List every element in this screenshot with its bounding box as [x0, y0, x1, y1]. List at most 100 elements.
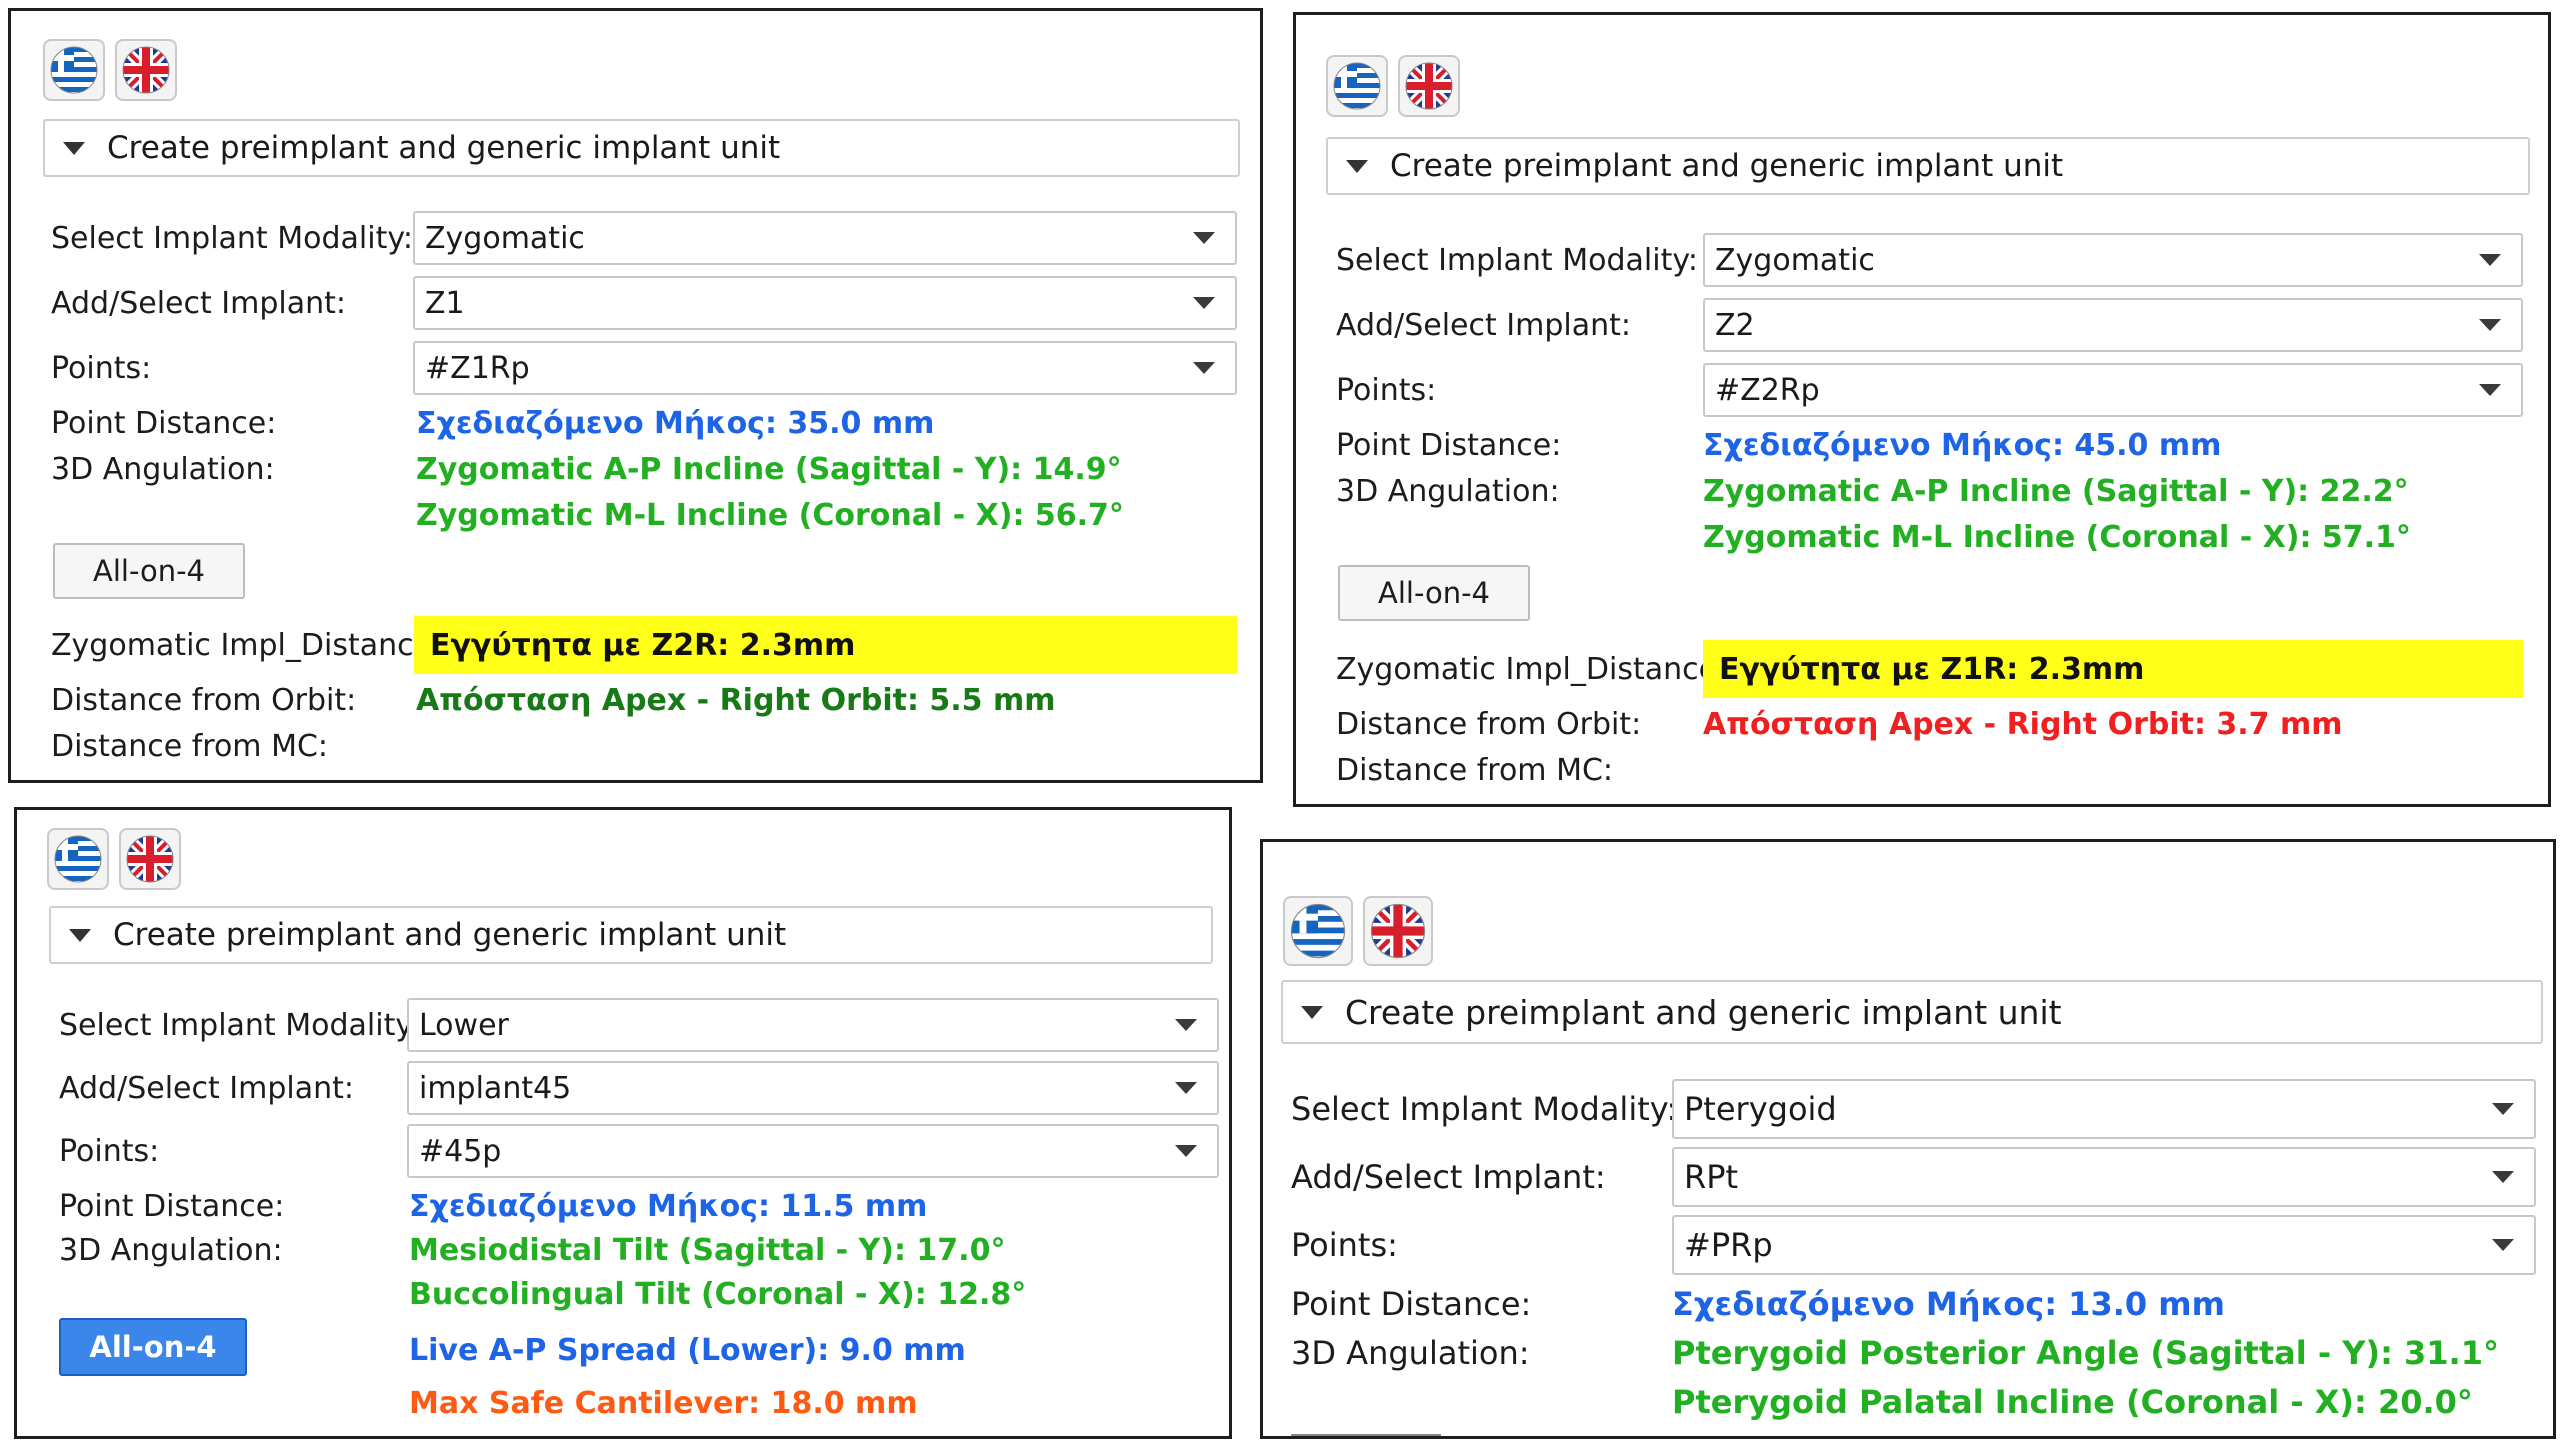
modality-label: Select Implant Modality: [1291, 1090, 1678, 1128]
section-header[interactable]: Create preimplant and generic implant un… [43, 119, 1240, 177]
points-label: Points: [1291, 1226, 1398, 1264]
points-select[interactable]: #Z1Rp [413, 341, 1237, 395]
points-select[interactable]: #PRp [1672, 1215, 2536, 1275]
collapse-arrow-icon [1301, 1005, 1323, 1019]
planned-length-value: Σχεδιαζόμενο Μήκος: 13.0 mm [1672, 1285, 2225, 1323]
sagittal-angle-value: Mesiodistal Tilt (Sagittal - Y): 17.0° [409, 1233, 1006, 1268]
points-value: #Z2Rp [1715, 372, 1820, 408]
coronal-angle-value: Zygomatic M-L Incline (Coronal - X): 57.… [1703, 520, 2411, 555]
panel-zygomatic-z2: Create preimplant and generic implant un… [1293, 12, 2551, 807]
dropdown-arrow-icon [1175, 1082, 1197, 1094]
dropdown-arrow-icon [2492, 1239, 2514, 1251]
point-distance-label: Point Distance: [51, 406, 277, 441]
points-label: Points: [59, 1134, 160, 1169]
modality-value: Pterygoid [1684, 1090, 1837, 1128]
greek-flag-button[interactable] [47, 828, 109, 890]
orbit-distance-label: Distance from Orbit: [1336, 707, 1642, 742]
cut-off-row [1291, 1434, 1441, 1436]
implant-value: RPt [1684, 1158, 1739, 1196]
all-on-4-button[interactable]: All-on-4 [59, 1318, 247, 1376]
uk-flag-button[interactable] [115, 39, 177, 101]
modality-label: Select Implant Modality: [51, 221, 414, 256]
language-flags [43, 39, 177, 101]
sagittal-angle-value: Zygomatic A-P Incline (Sagittal - Y): 14… [416, 452, 1122, 487]
mc-distance-label: Distance from MC: [51, 729, 329, 764]
section-header[interactable]: Create preimplant and generic implant un… [49, 906, 1213, 964]
implant-label: Add/Select Implant: [59, 1071, 354, 1106]
implant-select[interactable]: Z2 [1703, 298, 2523, 352]
orbit-distance-label: Distance from Orbit: [51, 683, 357, 718]
greek-flag-icon [50, 46, 98, 94]
uk-flag-icon [126, 835, 174, 883]
panel-zygomatic-z1: Create preimplant and generic implant un… [8, 8, 1263, 783]
greek-flag-icon [1290, 903, 1346, 959]
planned-length-value: Σχεδιαζόμενο Μήκος: 45.0 mm [1703, 428, 2222, 463]
modality-label: Select Implant Modality: [1336, 243, 1699, 278]
impl-distance-label: Zygomatic Impl_Distance: [1336, 652, 1728, 687]
dropdown-arrow-icon [1193, 362, 1215, 374]
all-on-4-button[interactable]: All-on-4 [53, 543, 245, 599]
greek-flag-icon [54, 835, 102, 883]
points-select[interactable]: #Z2Rp [1703, 363, 2523, 417]
modality-select[interactable]: Lower [407, 998, 1219, 1052]
modality-select[interactable]: Zygomatic [413, 211, 1237, 265]
greek-flag-button[interactable] [1326, 55, 1388, 117]
implant-value: Z2 [1715, 307, 1755, 343]
panel-lower-implant45: Create preimplant and generic implant un… [14, 807, 1232, 1439]
section-title: Create preimplant and generic implant un… [1390, 148, 2064, 184]
modality-select[interactable]: Zygomatic [1703, 233, 2523, 287]
implant-label: Add/Select Implant: [51, 286, 346, 321]
cantilever-value: Max Safe Cantilever: 18.0 mm [409, 1386, 918, 1421]
uk-flag-button[interactable] [1398, 55, 1460, 117]
points-label: Points: [51, 351, 152, 386]
coronal-angle-value: Zygomatic M-L Incline (Coronal - X): 56.… [416, 498, 1124, 533]
proximity-value: Εγγύτητα με Z1R: 2.3mm [1703, 640, 2523, 698]
implant-label: Add/Select Implant: [1336, 308, 1631, 343]
all-on-4-button[interactable]: All-on-4 [1338, 565, 1530, 621]
uk-flag-icon [122, 46, 170, 94]
dropdown-arrow-icon [2492, 1171, 2514, 1183]
points-value: #PRp [1684, 1226, 1773, 1264]
mc-distance-label: Distance from MC: [1336, 753, 1614, 788]
section-header[interactable]: Create preimplant and generic implant un… [1326, 137, 2530, 195]
dropdown-arrow-icon [2479, 319, 2501, 331]
sagittal-angle-value: Pterygoid Posterior Angle (Sagittal - Y)… [1672, 1334, 2499, 1372]
section-title: Create preimplant and generic implant un… [113, 917, 787, 953]
dropdown-arrow-icon [1193, 297, 1215, 309]
points-label: Points: [1336, 373, 1437, 408]
collapse-arrow-icon [1346, 159, 1368, 173]
planned-length-value: Σχεδιαζόμενο Μήκος: 35.0 mm [416, 406, 935, 441]
dropdown-arrow-icon [1175, 1145, 1197, 1157]
angulation-label: 3D Angulation: [1291, 1334, 1530, 1372]
greek-flag-button[interactable] [1283, 896, 1353, 966]
points-value: #Z1Rp [425, 350, 530, 386]
implant-select[interactable]: implant45 [407, 1061, 1219, 1115]
ap-spread-value: Live A-P Spread (Lower): 9.0 mm [409, 1333, 966, 1368]
greek-flag-button[interactable] [43, 39, 105, 101]
modality-value: Lower [419, 1007, 509, 1043]
dropdown-arrow-icon [1193, 232, 1215, 244]
uk-flag-button[interactable] [119, 828, 181, 890]
angulation-label: 3D Angulation: [1336, 474, 1560, 509]
modality-select[interactable]: Pterygoid [1672, 1079, 2536, 1139]
coronal-angle-value: Pterygoid Palatal Incline (Coronal - X):… [1672, 1383, 2473, 1421]
uk-flag-icon [1405, 62, 1453, 110]
section-header[interactable]: Create preimplant and generic implant un… [1281, 980, 2543, 1044]
language-flags [47, 828, 181, 890]
impl-distance-label: Zygomatic Impl_Distance: [51, 628, 443, 663]
point-distance-label: Point Distance: [1291, 1285, 1532, 1323]
uk-flag-button[interactable] [1363, 896, 1433, 966]
points-select[interactable]: #45p [407, 1124, 1219, 1178]
points-value: #45p [419, 1133, 502, 1169]
dropdown-arrow-icon [1175, 1019, 1197, 1031]
section-title: Create preimplant and generic implant un… [107, 130, 781, 166]
panel-pterygoid-rpt: Create preimplant and generic implant un… [1260, 839, 2556, 1439]
implant-select[interactable]: Z1 [413, 276, 1237, 330]
greek-flag-icon [1333, 62, 1381, 110]
point-distance-label: Point Distance: [59, 1189, 285, 1224]
orbit-distance-value: Απόσταση Apex - Right Orbit: 3.7 mm [1703, 707, 2343, 742]
section-title: Create preimplant and generic implant un… [1345, 992, 2062, 1032]
implant-value: Z1 [425, 285, 465, 321]
implant-select[interactable]: RPt [1672, 1147, 2536, 1207]
dropdown-arrow-icon [2479, 254, 2501, 266]
